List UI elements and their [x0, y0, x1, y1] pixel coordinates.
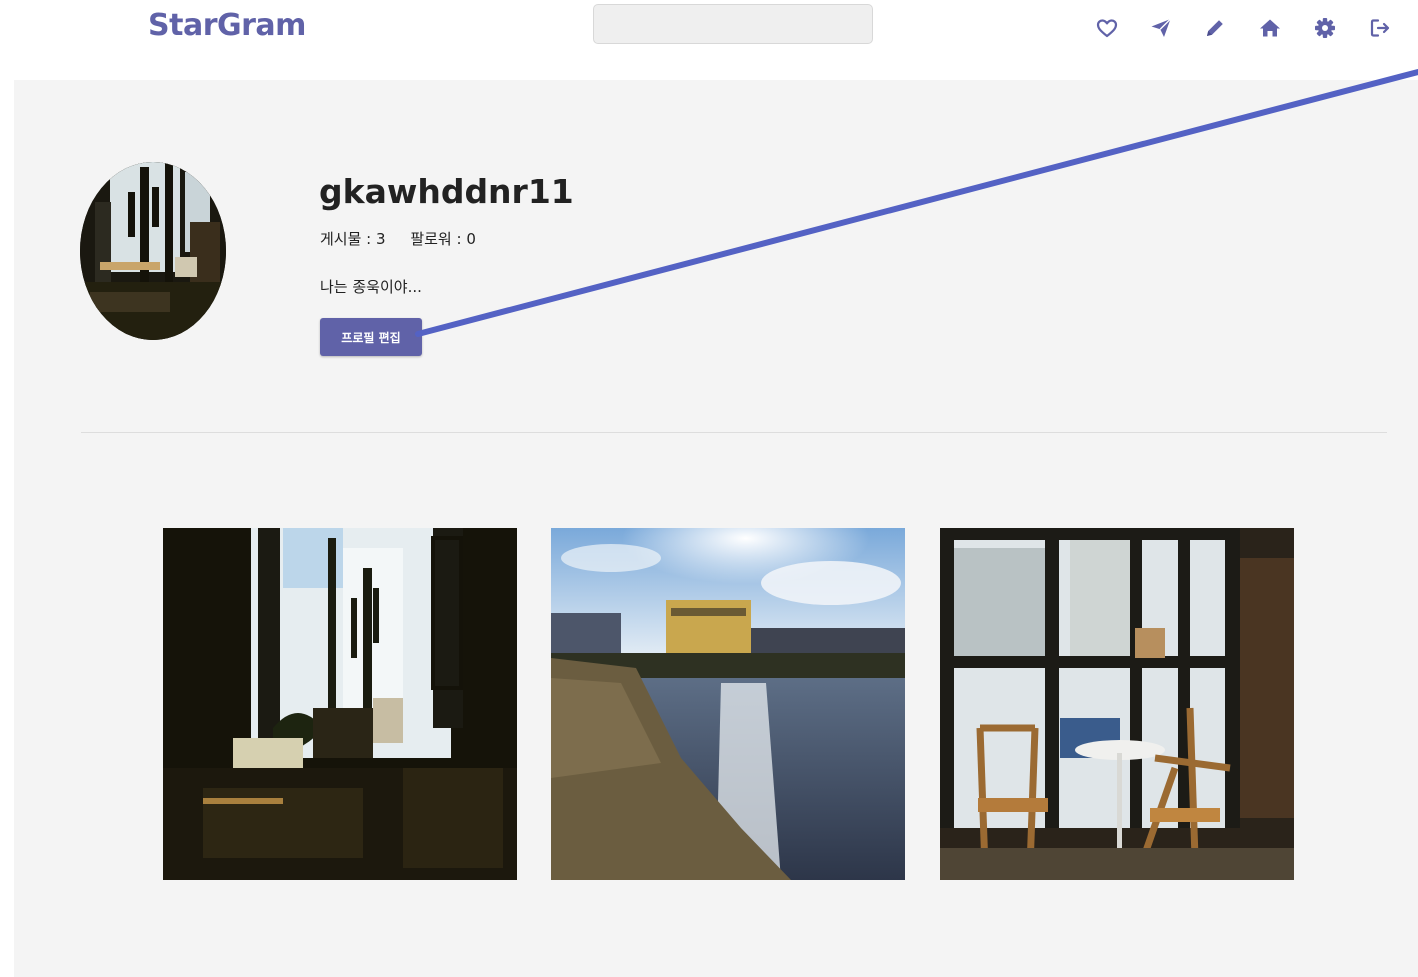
profile-username: gkawhddnr11	[319, 172, 574, 211]
avatar[interactable]	[80, 162, 226, 340]
heart-icon[interactable]	[1095, 16, 1119, 40]
post-thumbnail[interactable]	[163, 528, 517, 880]
profile-bio: 나는 종욱이야...	[320, 278, 422, 296]
top-nav-bar: StarGram	[0, 0, 1418, 80]
post-count: 게시물 : 3	[320, 230, 386, 248]
section-divider	[81, 432, 1387, 433]
home-icon[interactable]	[1258, 16, 1282, 40]
edit-profile-button[interactable]: 프로필 편집	[320, 318, 422, 356]
gear-icon[interactable]	[1313, 16, 1337, 40]
search-input[interactable]	[593, 4, 873, 44]
paper-plane-icon[interactable]	[1149, 16, 1173, 40]
logout-icon[interactable]	[1368, 16, 1392, 40]
follower-count[interactable]: 팔로워 : 0	[410, 230, 476, 248]
profile-stats: 게시물 : 3 팔로워 : 0	[320, 228, 496, 249]
pencil-icon[interactable]	[1203, 16, 1227, 40]
post-thumbnail[interactable]	[940, 528, 1294, 880]
post-thumbnail[interactable]	[551, 528, 905, 880]
app-logo[interactable]: StarGram	[148, 8, 306, 43]
profile-page: gkawhddnr11 게시물 : 3 팔로워 : 0 나는 종욱이야... 프…	[14, 80, 1418, 977]
